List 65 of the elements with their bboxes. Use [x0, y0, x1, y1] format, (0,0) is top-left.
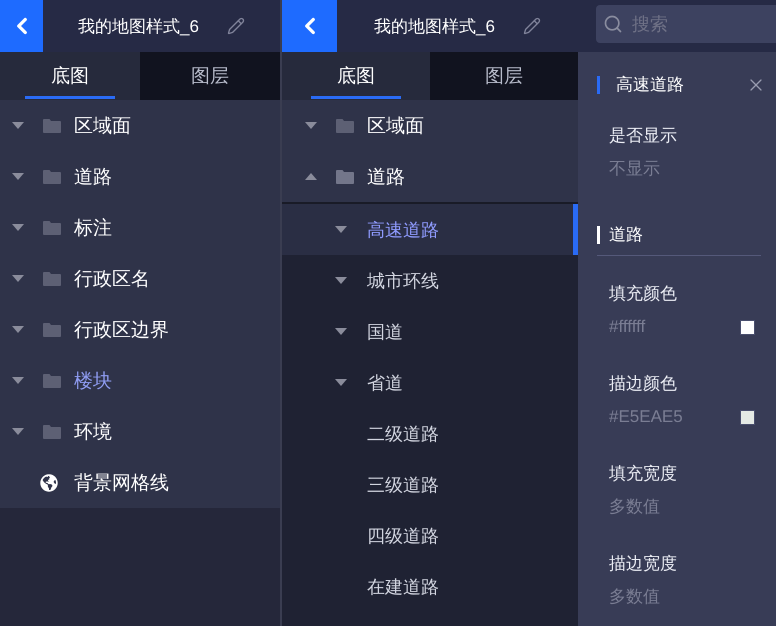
pencil-icon[interactable] — [226, 17, 245, 35]
tree-item[interactable]: 背景网格线 — [0, 457, 280, 508]
folder-icon — [43, 374, 61, 388]
caret-down-icon[interactable] — [12, 122, 24, 129]
caret-down-icon[interactable] — [12, 377, 24, 384]
caret-down-icon[interactable] — [305, 122, 317, 129]
tree-item[interactable]: 楼块 — [0, 355, 280, 406]
field-value: 多数值 — [609, 497, 660, 517]
color-swatch-icon[interactable] — [740, 320, 755, 334]
caret-down-icon[interactable] — [12, 428, 24, 435]
tree-item[interactable]: 城市环线 — [282, 255, 578, 306]
field-value: #ffffff — [609, 317, 646, 337]
tree-item[interactable]: 标注 — [0, 202, 280, 253]
section-title: 道路 — [597, 225, 643, 245]
tree-item[interactable]: 四级道路 — [282, 510, 578, 561]
field-value: #E5EAE5 — [609, 407, 683, 427]
pencil-icon[interactable] — [522, 17, 541, 35]
tab[interactable]: 底图 — [282, 52, 430, 100]
caret-down-icon[interactable] — [335, 226, 347, 233]
tree-item[interactable]: 三级道路 — [282, 459, 578, 510]
tab[interactable]: 图层 — [140, 52, 280, 100]
tree-item[interactable]: 省道 — [282, 357, 578, 408]
field-value: 多数值 — [609, 587, 660, 607]
caret-up-icon[interactable] — [305, 173, 317, 180]
map-style-title: 我的地图样式_6 — [78, 16, 199, 38]
field-label: 描边宽度 — [609, 554, 677, 574]
caret-down-icon[interactable] — [12, 173, 24, 180]
folder-icon — [43, 322, 61, 336]
caret-down-icon[interactable] — [12, 326, 24, 333]
tree-item[interactable]: 道路 — [282, 151, 578, 202]
tree-item[interactable]: 二级道路 — [282, 408, 578, 459]
search-icon — [603, 14, 623, 34]
tree-item[interactable]: 行政区名 — [0, 253, 280, 304]
tree-item[interactable]: 国道 — [282, 306, 578, 357]
folder-icon — [43, 272, 61, 286]
tree-item[interactable]: 道路 — [0, 151, 280, 202]
folder-icon — [43, 170, 61, 184]
folder-icon — [43, 220, 61, 234]
caret-down-icon[interactable] — [335, 277, 347, 284]
globe-icon — [40, 474, 58, 492]
caret-down-icon[interactable] — [335, 328, 347, 335]
back-button[interactable] — [282, 0, 337, 52]
property-title: 高速道路 — [597, 75, 684, 95]
field-label: 填充颜色 — [609, 284, 677, 304]
map-style-title: 我的地图样式_6 — [374, 16, 495, 38]
color-swatch-icon[interactable] — [740, 410, 755, 424]
folder-icon — [43, 118, 61, 132]
back-button[interactable] — [0, 0, 43, 52]
tab[interactable]: 图层 — [430, 52, 578, 100]
field-label: 是否显示 — [609, 126, 677, 146]
tree-item[interactable]: 在建道路 — [282, 561, 578, 612]
field-label: 描边颜色 — [609, 374, 677, 394]
field-label: 填充宽度 — [609, 464, 677, 484]
tree-item[interactable]: 区域面 — [282, 100, 578, 151]
folder-icon — [43, 424, 61, 438]
folder-icon — [336, 118, 354, 132]
tree-item[interactable]: 区域面 — [0, 100, 280, 151]
caret-down-icon[interactable] — [12, 224, 24, 231]
caret-down-icon[interactable] — [12, 275, 24, 282]
tree-item[interactable]: 高速道路 — [282, 204, 578, 255]
folder-icon — [336, 170, 354, 184]
tree-item[interactable]: 环境 — [0, 406, 280, 457]
caret-down-icon[interactable] — [335, 379, 347, 386]
tree-item[interactable]: 行政区边界 — [0, 304, 280, 355]
field-value: 不显示 — [609, 159, 660, 179]
